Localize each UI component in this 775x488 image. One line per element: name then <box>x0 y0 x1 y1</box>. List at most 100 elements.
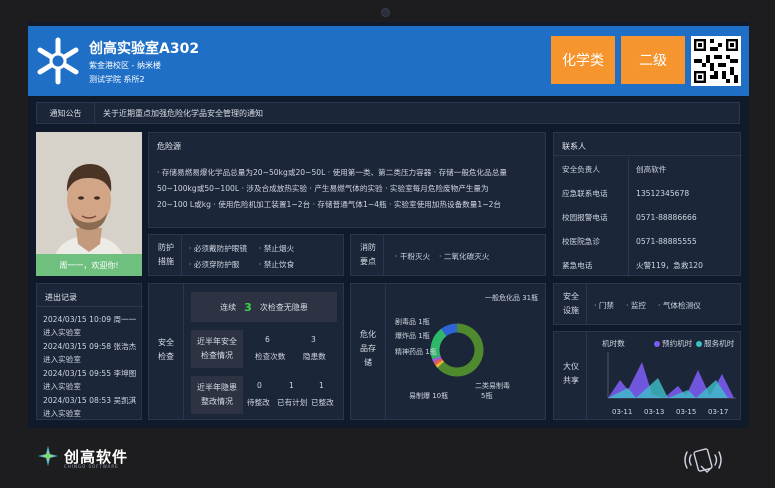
label-line: 检查情况 <box>201 351 233 360</box>
label-line: 大仪 <box>563 362 579 371</box>
fire-label: 消防 要点 <box>357 241 379 269</box>
label-line: 设施 <box>563 306 579 315</box>
brand-logo: 创高软件 CHINGO SOFTWARE <box>36 442 128 470</box>
facility-label: 安全 设施 <box>560 290 582 318</box>
lab-location: 紫金港校区 - 纳米楼 <box>89 61 161 70</box>
donut-slice <box>441 323 458 337</box>
donut-slice <box>433 358 443 366</box>
fix-done: 1 <box>319 381 324 390</box>
label-line: 近半年安全 <box>197 337 237 346</box>
contact-row: 校园报警电话 0571-88886666 <box>562 205 738 229</box>
streak-suffix: 次检查无隐患 <box>259 302 308 312</box>
donut-slice <box>432 355 442 363</box>
header-bar: 创高实验室A302 紫金港校区 - 纳米楼 测试学院 系所2 化学类 二级 <box>28 26 749 96</box>
contacts-panel: 联系人 安全负责人 创高软件 应急联系电话 13512345678 校园报警电话 05… <box>553 132 742 277</box>
donut-label: 易制爆 10瓶 <box>409 391 448 400</box>
label-line: 近半年隐患 <box>197 383 237 392</box>
label-line: 要点 <box>360 257 376 266</box>
protection-item: · 必须穿防护服 <box>189 260 240 269</box>
divider <box>37 306 143 307</box>
protection-item: · 禁止烟火 <box>259 244 295 253</box>
legend-dot <box>654 341 660 347</box>
contact-value: 创高软件 <box>636 164 667 174</box>
log-entry: 2024/03/15 09:58 张浩杰 <box>43 341 136 352</box>
contact-row: 校医院急诊 0571-88885555 <box>562 229 738 253</box>
contact-key: 校医院急诊 <box>562 236 600 246</box>
sharing-area-chart <box>607 352 736 399</box>
hazard-title: 危险源 <box>157 142 181 151</box>
label-line: 防护 <box>158 243 174 252</box>
label-line: 品存 <box>360 344 376 353</box>
hazard-count: 3 <box>311 335 316 344</box>
streak-value: 3 <box>244 300 252 314</box>
label-line: 安全 <box>563 292 579 301</box>
log-name: 李坤图 <box>113 369 137 378</box>
hazard-count-caption: 隐患数 <box>303 352 326 361</box>
hazard-line: 50~100kg或50~100L · 涉及合成放热实验 · 产生易燃气体的实验 … <box>157 184 489 193</box>
lab-title: 创高实验室A302 <box>89 41 200 57</box>
category-tag: 化学类 <box>551 36 615 84</box>
facility-item: · 监控 <box>626 301 647 310</box>
qr-code-icon <box>694 39 738 83</box>
lab-logo-icon <box>37 37 79 85</box>
hazard-line: 20~100 L或kg · 使用危险机加工装置1~2台 · 存储普通气体1~4瓶… <box>157 200 501 209</box>
contact-value[interactable]: 0571-88885555 <box>636 237 697 246</box>
notice-text[interactable]: 关于近期重点加强危险化学品安全管理的通知 <box>95 108 263 119</box>
screen: 创高实验室A302 紫金港校区 - 纳米楼 测试学院 系所2 化学类 二级 通知… <box>28 22 749 428</box>
facility-item: · 气体检测仪 <box>658 301 701 310</box>
contact-row: 紧急电话 火警119，急救120 <box>562 253 738 277</box>
donut-label: 一般危化品 31瓶 <box>485 293 538 302</box>
fire-item: · 干粉灭火 <box>395 252 431 261</box>
protection-label: 防护 措施 <box>155 241 177 269</box>
camera-icon <box>381 8 390 17</box>
label-line: 整改情况 <box>201 397 233 406</box>
safety-check-label: 安全 检查 <box>155 336 177 364</box>
notice-bar[interactable]: 通知公告 关于近期重点加强危险化学品安全管理的通知 <box>36 102 740 124</box>
divider <box>628 157 629 277</box>
half-year-check-label: 近半年安全 检查情况 <box>191 330 243 368</box>
hazard-panel: 危险源 · 存储易燃易爆化学品总量为20~50kg或20~50L · 使用第一类… <box>148 132 546 228</box>
log-action: 进入实验室 <box>43 382 81 391</box>
label-line: 消防 <box>360 243 376 252</box>
welcome-caption: 周一一，欢迎你! <box>36 254 142 276</box>
fix-done-caption: 已整改 <box>311 398 334 407</box>
divider <box>183 284 184 419</box>
storage-panel: 危化 品存 储 一般危化品 31瓶 剧毒品 1瓶 爆炸品 1瓶 精神药品 1瓶 易制爆 … <box>350 283 546 420</box>
divider <box>385 284 386 419</box>
fix-pending: 0 <box>257 381 262 390</box>
safety-check-panel: 安全 检查 连续 3 次检查无隐患 近半年安全 检查情况 6 3 检查次数 隐患… <box>148 283 344 420</box>
contact-key: 校园报警电话 <box>562 212 608 222</box>
entry-log-panel: 进出记录 2024/03/15 10:09 周一一 进入实验室 2024/03/… <box>36 283 143 420</box>
level-tag: 二级 <box>621 36 685 84</box>
check-count: 6 <box>265 335 270 344</box>
donut-label: 爆炸品 1瓶 <box>395 331 430 340</box>
sharing-ylabel: 机时数 <box>602 339 625 348</box>
divider <box>181 235 182 275</box>
facility-panel: 安全 设施 · 门禁 · 监控 · 气体检测仪 <box>553 283 741 325</box>
legend-label: 服务机时 <box>704 339 735 348</box>
brand-subtitle: CHINGO SOFTWARE <box>64 464 119 469</box>
log-action: 进入实验室 <box>43 409 81 418</box>
divider <box>554 155 742 156</box>
log-time: 2024/03/15 09:55 <box>43 369 112 378</box>
check-count-caption: 检查次数 <box>255 352 286 361</box>
log-time: 2024/03/15 10:09 <box>43 315 112 324</box>
notice-label: 通知公告 <box>37 103 95 123</box>
contact-value[interactable]: 0571-88886666 <box>636 213 697 222</box>
nfc-tap-icon[interactable] <box>681 442 725 478</box>
protection-item: · 必须戴防护眼镜 <box>189 244 247 253</box>
fix-planned-caption: 已有计划 <box>277 398 308 407</box>
label-line: 危化 <box>360 330 376 339</box>
legend-item: 服务机时 <box>696 338 734 349</box>
contact-key: 应急联系电话 <box>562 188 608 198</box>
donut-slice <box>435 359 445 368</box>
qr-code[interactable] <box>691 36 741 86</box>
fix-pending-caption: 待整改 <box>247 398 270 407</box>
log-time: 2024/03/15 09:58 <box>43 342 112 351</box>
contact-value[interactable]: 13512345678 <box>636 189 689 198</box>
legend-dot <box>696 341 702 347</box>
entry-log-title: 进出记录 <box>45 293 77 302</box>
sharing-panel: 大仪 共享 机时数 预约机时 服务机时 03-11 03-13 03-15 03… <box>553 331 741 420</box>
divider <box>586 284 587 324</box>
x-tick: 03-11 <box>612 408 633 416</box>
